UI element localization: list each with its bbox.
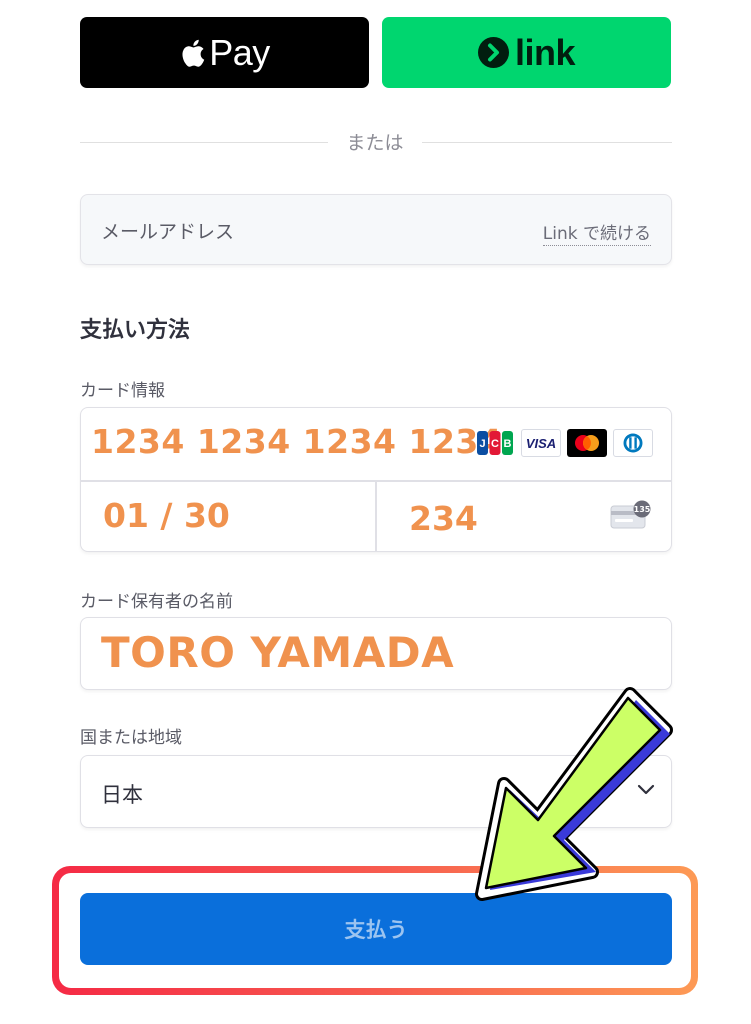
apple-icon [182, 39, 205, 67]
email-input[interactable]: メールアドレス Link で続ける [80, 194, 672, 265]
link-continue-link[interactable]: Link で続ける [542, 219, 651, 246]
card-details-box: 1234 1234 1234 1234 J C B VISA 01 / 30 2… [80, 407, 672, 552]
svg-text:J: J [479, 438, 485, 450]
cardholder-label: カード保有者の名前 [80, 592, 233, 612]
cardholder-name-value: TORO YAMADA [101, 628, 455, 677]
mastercard-brand-icon [567, 429, 607, 457]
pay-button-label: 支払う [344, 918, 408, 942]
cvc-icon-text: 135 [634, 505, 651, 514]
diners-brand-icon [613, 429, 653, 457]
jcb-brand-icon: J C B [476, 429, 514, 457]
expiry-input[interactable]: 01 / 30 [103, 496, 230, 535]
divider-line-left [80, 142, 328, 143]
link-label: link [514, 31, 576, 73]
card-col-divider [375, 480, 377, 551]
card-info-label: カード情報 [80, 381, 165, 401]
country-value: 日本 [101, 783, 143, 807]
country-label: 国または地域 [80, 728, 182, 748]
payment-method-title: 支払い方法 [80, 318, 191, 343]
apple-pay-button[interactable]: Pay [80, 17, 369, 88]
svg-text:B: B [504, 438, 512, 450]
svg-text:C: C [491, 438, 499, 450]
or-divider-text: または [346, 132, 404, 154]
cvc-input[interactable]: 234 [409, 499, 478, 538]
link-pay-button[interactable]: link [382, 17, 671, 88]
pointer-arrow-icon [475, 687, 673, 901]
apple-pay-label: Pay [209, 31, 270, 73]
visa-brand-icon: VISA [521, 429, 561, 457]
divider-line-right [422, 142, 672, 143]
cvc-card-icon: 135 [610, 500, 651, 529]
email-placeholder: メールアドレス [101, 221, 235, 243]
link-arrow-icon [477, 37, 509, 68]
card-number-input[interactable]: 1234 1234 1234 1234 [91, 422, 502, 461]
